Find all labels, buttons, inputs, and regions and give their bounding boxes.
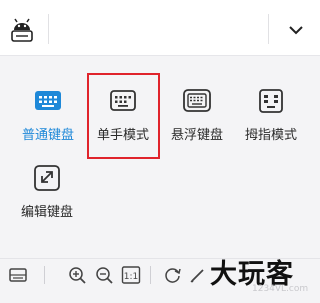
mode-thumb[interactable]: 拇指模式 [231,88,311,143]
highlight-box [87,73,160,159]
mode-label: 拇指模式 [244,128,297,143]
refresh-icon[interactable] [163,265,183,285]
chevron-down-icon[interactable] [284,20,308,40]
top-bar [0,0,320,55]
floating-keyboard-icon [183,89,211,112]
separator [44,266,45,284]
mode-label: 编辑键盘 [20,205,73,220]
mode-floating-keyboard[interactable]: 悬浮键盘 [157,88,237,143]
zoom-out-icon[interactable] [94,265,114,285]
mode-edit-keyboard[interactable]: 编辑键盘 [7,165,87,220]
mode-label: 普通键盘 [21,128,74,143]
separator [268,14,269,44]
keyboard-icon [35,91,61,110]
watermark-sub: 1234VL.com [252,284,309,294]
mode-label: 悬浮键盘 [170,128,223,143]
zoom-in-icon[interactable] [67,265,87,285]
split-keyboard-icon [259,89,283,113]
android-robot-keyboard-icon[interactable] [8,16,36,44]
edit-keyboard-icon [34,165,60,191]
mode-normal-keyboard[interactable]: 普通键盘 [8,88,88,143]
pencil-icon[interactable] [188,265,208,285]
separator [150,266,151,284]
separator [48,14,49,44]
ratio-icon[interactable]: 1:1 [121,265,141,285]
keyboard-icon[interactable] [8,265,28,285]
ratio-label: 1:1 [124,272,138,282]
divider [0,55,320,56]
